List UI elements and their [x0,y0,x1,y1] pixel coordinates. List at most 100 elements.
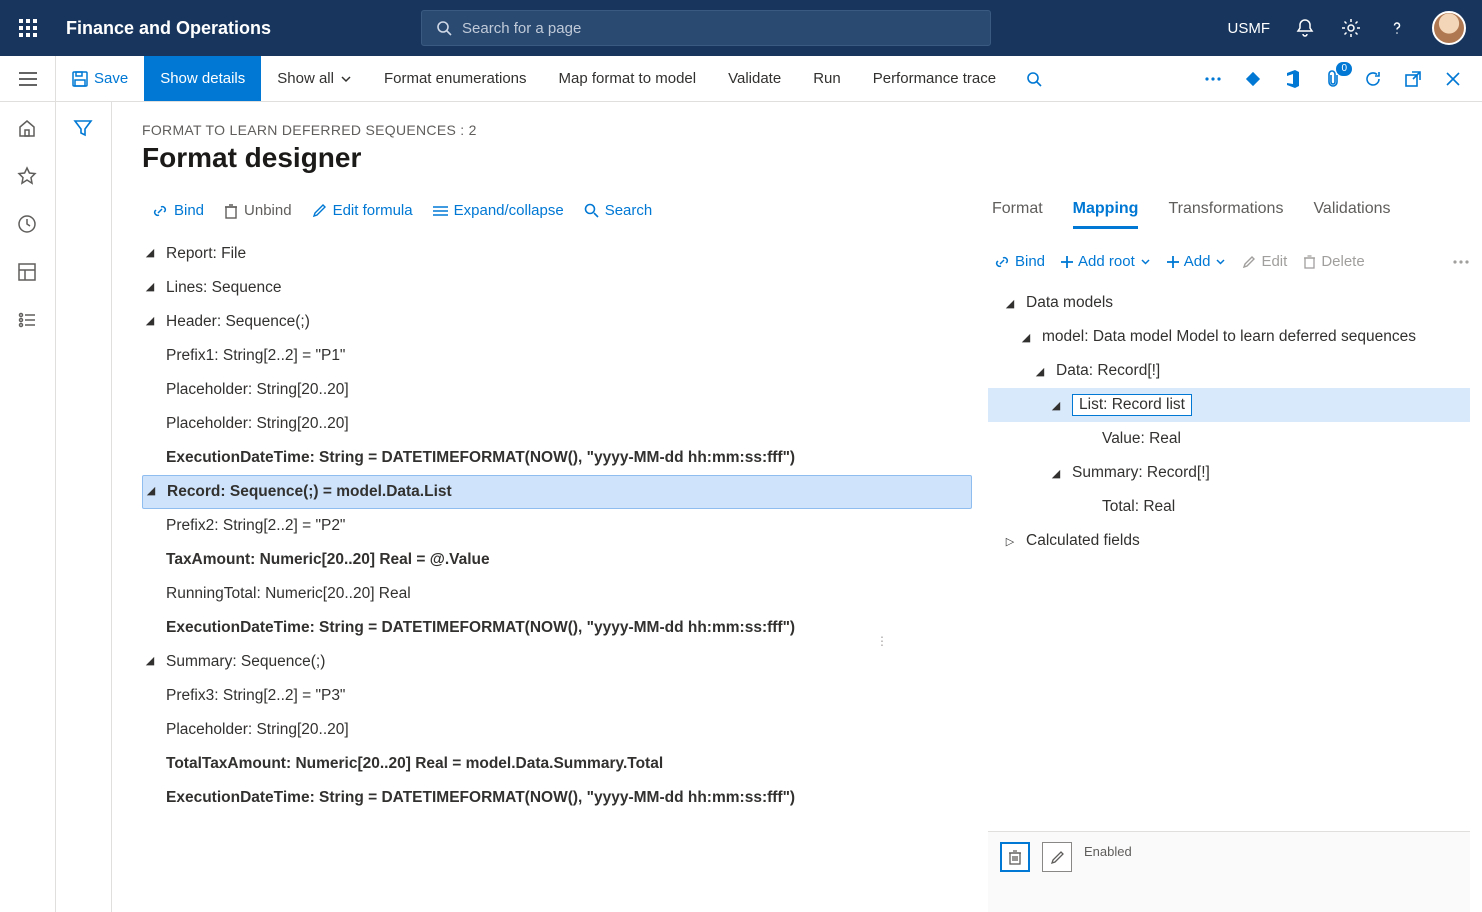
property-delete-button[interactable] [1000,842,1030,872]
nav-recent-button[interactable] [17,214,39,236]
user-avatar[interactable] [1432,11,1466,45]
nav-workspaces-button[interactable] [17,262,39,284]
tree-node-label: model: Data model Model to learn deferre… [1042,328,1416,346]
workspaces-icon [17,262,37,282]
link-icon [152,203,168,219]
office-button[interactable] [1282,68,1304,90]
validate-button[interactable]: Validate [712,56,797,101]
format-tree-node[interactable]: Prefix1: String[2..2] = "P1" [142,339,972,373]
add-button[interactable]: Add [1167,253,1227,270]
expand-collapse-button[interactable]: Expand/collapse [433,202,564,219]
global-search[interactable] [421,10,991,46]
mapping-panel: Format Mapping Transformations Validatio… [972,102,1482,912]
app-launcher-button[interactable] [0,0,56,56]
nav-toggle-button[interactable] [0,56,56,101]
mapping-tree-node[interactable]: ◢Data models [988,286,1470,320]
format-tree-node[interactable]: Placeholder: String[20..20] [142,713,972,747]
format-tree-node[interactable]: ExecutionDateTime: String = DATETIMEFORM… [142,781,972,815]
notifications-icon[interactable] [1294,17,1316,39]
edit-formula-label: Edit formula [333,202,413,219]
nav-modules-button[interactable] [17,310,39,332]
attachments-button[interactable]: 0 [1322,68,1344,90]
format-tree-node[interactable]: TaxAmount: Numeric[20..20] Real = @.Valu… [142,543,972,577]
chevron-down-icon [1140,256,1151,267]
format-tree-node[interactable]: ◢Report: File [142,237,972,271]
format-tree-node[interactable]: ExecutionDateTime: String = DATETIMEFORM… [142,441,972,475]
format-enumerations-button[interactable]: Format enumerations [368,56,543,101]
tree-node-label: Summary: Record[!] [1072,464,1210,482]
mapping-tree-node[interactable]: Value: Real [988,422,1470,456]
chevron-down-icon [340,73,352,85]
tree-search-button[interactable]: Search [584,202,653,219]
nav-favorites-button[interactable] [17,166,39,188]
star-icon [17,166,37,186]
settings-icon[interactable] [1340,17,1362,39]
tab-transformations[interactable]: Transformations [1168,196,1283,229]
find-button[interactable] [1012,56,1056,101]
unbind-button[interactable]: Unbind [224,202,292,219]
filter-button[interactable] [73,118,95,140]
mapping-tree-node[interactable]: Total: Real [988,490,1470,524]
format-tree-node[interactable]: ◢Summary: Sequence(;) [142,645,972,679]
mapping-overflow-button[interactable] [1452,259,1470,265]
format-tree-node[interactable]: ◢ Record: Sequence(;) = model.Data.List [142,475,972,509]
help-icon[interactable] [1386,17,1408,39]
close-button[interactable] [1442,68,1464,90]
format-tree-node[interactable]: Prefix2: String[2..2] = "P2" [142,509,972,543]
performance-trace-button[interactable]: Performance trace [857,56,1012,101]
run-button[interactable]: Run [797,56,857,101]
tree-caret-icon: ◢ [143,485,159,498]
refresh-button[interactable] [1362,68,1384,90]
refresh-icon [1364,70,1382,88]
format-tree-node[interactable]: Placeholder: String[20..20] [142,373,972,407]
format-tree-node[interactable]: ExecutionDateTime: String = DATETIMEFORM… [142,611,972,645]
mapping-tree-node[interactable]: ▷Calculated fields [988,524,1470,558]
format-tree-node[interactable]: ◢Header: Sequence(;) [142,305,972,339]
overflow-menu-button[interactable] [1202,68,1224,90]
show-all-button[interactable]: Show all [261,56,368,101]
tree-caret-icon: ◢ [142,655,158,668]
tab-validations[interactable]: Validations [1313,196,1390,229]
page-title: Format designer [142,142,972,174]
mapping-tree-node[interactable]: ◢Summary: Record[!] [988,456,1470,490]
global-search-input[interactable] [462,20,976,37]
filter-rail [56,102,112,912]
tree-node-label: Report: File [166,245,256,264]
waffle-icon [19,19,37,37]
tab-mapping[interactable]: Mapping [1073,196,1139,229]
map-format-button[interactable]: Map format to model [543,56,713,101]
tree-node-label: Record: Sequence(;) = model.Data.List [167,483,462,502]
edit-formula-button[interactable]: Edit formula [312,202,413,219]
mapping-bind-button[interactable]: Bind [994,253,1045,270]
mapping-tree-node[interactable]: ◢List: Record list [988,388,1470,422]
popout-icon [1405,71,1421,87]
bind-button[interactable]: Bind [152,202,204,219]
trash-icon [224,203,238,219]
environment-label[interactable]: USMF [1228,20,1271,37]
format-tree-node[interactable]: TotalTaxAmount: Numeric[20..20] Real = m… [142,747,972,781]
tab-format[interactable]: Format [992,196,1043,229]
show-details-label: Show details [160,70,245,87]
tree-node-label: Placeholder: String[20..20] [166,381,359,400]
show-details-button[interactable]: Show details [144,56,261,101]
edit-button[interactable]: Edit [1242,253,1287,270]
add-root-button[interactable]: Add root [1061,253,1151,270]
nav-home-button[interactable] [17,118,39,140]
delete-button[interactable]: Delete [1303,253,1364,270]
mapping-tree-node[interactable]: ◢Data: Record[!] [988,354,1470,388]
mapping-tree-node[interactable]: ◢model: Data model Model to learn deferr… [988,320,1470,354]
lifecycle-services-button[interactable] [1242,68,1264,90]
splitter-handle[interactable]: ⋮ [876,634,890,648]
property-edit-button[interactable] [1042,842,1072,872]
mapping-tree: ◢Data models◢model: Data model Model to … [988,286,1470,558]
chevron-down-icon [1215,256,1226,267]
save-button[interactable]: Save [56,56,144,101]
tree-node-label: TotalTaxAmount: Numeric[20..20] Real = m… [166,755,673,774]
format-tree-node[interactable]: Prefix3: String[2..2] = "P3" [142,679,972,713]
tree-caret-icon: ◢ [142,281,158,294]
search-icon [1026,71,1042,87]
format-tree-node[interactable]: RunningTotal: Numeric[20..20] Real [142,577,972,611]
popout-button[interactable] [1402,68,1424,90]
format-tree-node[interactable]: Placeholder: String[20..20] [142,407,972,441]
format-tree-node[interactable]: ◢Lines: Sequence [142,271,972,305]
